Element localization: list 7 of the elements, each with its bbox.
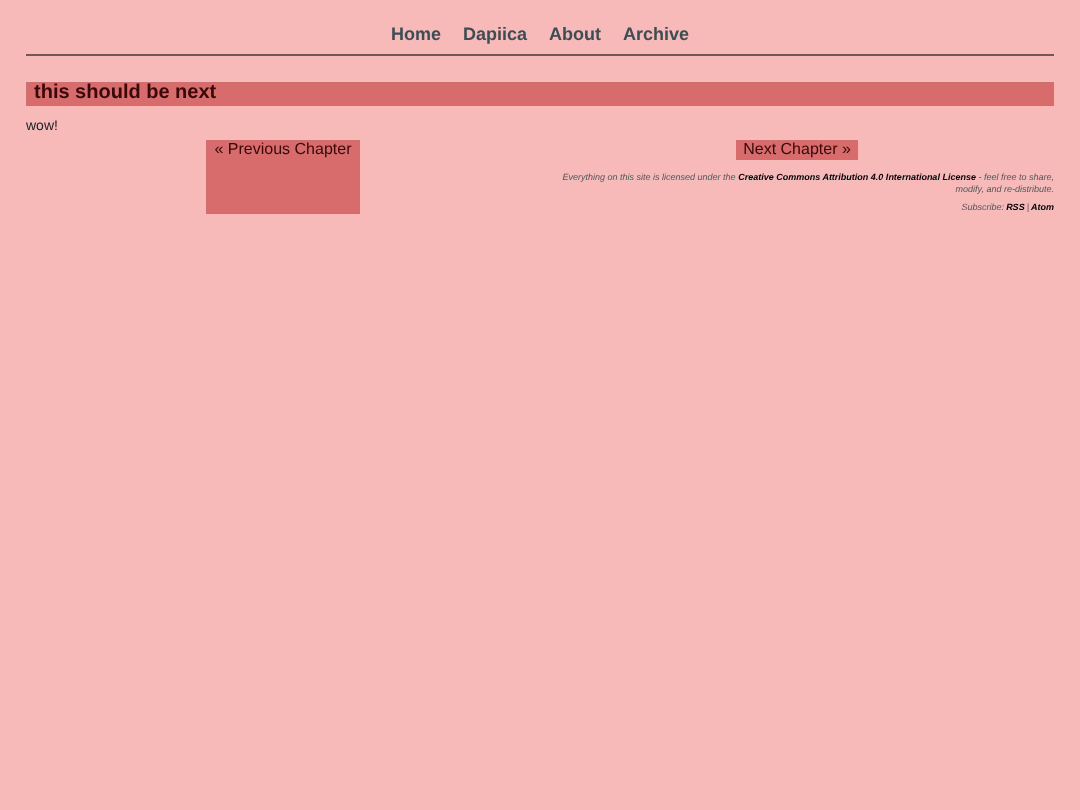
nav-link[interactable]: Home <box>390 22 441 46</box>
previous-chapter-button[interactable]: « Previous Chapter <box>206 140 360 214</box>
nav-link[interactable]: Dapiica <box>462 22 527 46</box>
nav-link[interactable]: Archive <box>623 22 690 46</box>
next-chapter-button[interactable]: Next Chapter » <box>735 140 859 160</box>
post-title: this should be next <box>26 82 1054 106</box>
nav-link[interactable]: About <box>549 22 601 46</box>
